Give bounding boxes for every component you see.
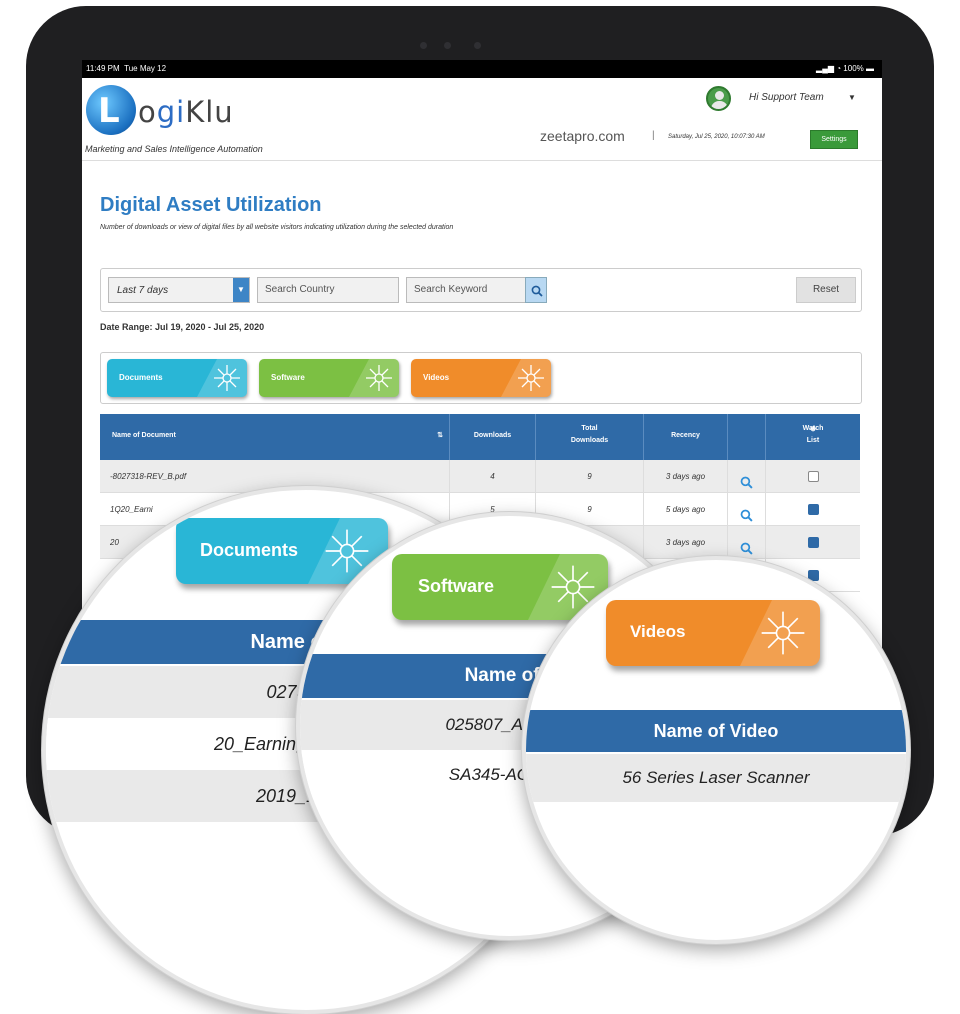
table-header: Name of Document ⇅ Downloads Total Downl… <box>100 414 860 460</box>
col-watchlist-header[interactable]: ⊕ Watch List <box>766 414 860 460</box>
settings-button[interactable]: Settings <box>810 130 858 149</box>
network-icon <box>761 611 805 655</box>
camera-dot <box>444 42 451 49</box>
table-row[interactable]: -8027318-REV_B.pdf 4 9 3 days ago <box>100 460 860 493</box>
search-button[interactable] <box>525 277 547 303</box>
asset-tabs: Documents Software Videos <box>100 352 862 404</box>
country-search-input[interactable]: Search Country <box>257 277 399 303</box>
view-cell <box>728 493 766 526</box>
tab-label: Documents <box>119 373 163 382</box>
cell-downloads: 4 <box>450 460 536 493</box>
network-icon <box>518 365 544 391</box>
avatar-icon <box>706 86 731 111</box>
sort-icon[interactable]: ⇅ <box>437 431 443 439</box>
chevron-down-icon: ▼ <box>848 93 856 102</box>
network-icon <box>325 529 369 573</box>
network-icon <box>214 365 240 391</box>
network-icon <box>366 365 392 391</box>
status-bar: 11:49 PM Tue May 12 ▂▄▆ ◔ 100% ▬ <box>82 60 882 78</box>
watchlist-checkbox[interactable] <box>807 504 819 516</box>
app-header: L ogiKlu Marketing and Sales Intelligenc… <box>82 78 882 161</box>
col-total-downloads-header[interactable]: Total Downloads <box>536 414 644 460</box>
datetime: Saturday, Jul 25, 2020, 10:07:30 AM <box>668 134 765 140</box>
search-icon <box>531 285 543 297</box>
tab-videos[interactable]: Videos <box>411 359 551 397</box>
cell-total: 9 <box>536 460 644 493</box>
status-battery: ▂▄▆ ◔ 100% ▬ <box>816 64 874 73</box>
tab-label: Videos <box>423 373 450 382</box>
site-name: zeetapro.com <box>540 128 625 144</box>
view-cell <box>728 460 766 493</box>
zoom-button-label: Videos <box>630 622 686 641</box>
col-name-header[interactable]: Name of Document ⇅ <box>100 414 450 460</box>
status-time: 11:49 PM Tue May 12 <box>86 64 167 73</box>
watch-cell <box>766 493 860 526</box>
watchlist-checkbox[interactable] <box>807 537 819 549</box>
cell-recency: 5 days ago <box>644 493 728 526</box>
col-recency-header[interactable]: Recency <box>644 414 728 460</box>
zoom-lens-videos: Videos Name of Video 56 Series Laser Sca… <box>522 556 910 944</box>
watchlist-checkbox[interactable] <box>807 471 819 483</box>
reset-button[interactable]: Reset <box>796 277 856 303</box>
col-view-header <box>728 414 766 460</box>
col-downloads-header[interactable]: Downloads <box>450 414 536 460</box>
date-range: Date Range: Jul 19, 2020 - Jul 25, 2020 <box>100 322 265 332</box>
period-value: Last 7 days <box>117 285 169 296</box>
logo-letter: L <box>98 91 120 131</box>
watch-cell <box>766 460 860 493</box>
zoom-button-label: Documents <box>200 540 299 560</box>
page-title: Digital Asset Utilization <box>100 194 322 216</box>
filter-bar: Last 7 days ▼ Search Country Search Keyw… <box>100 268 862 312</box>
dropdown-arrow-icon[interactable]: ▼ <box>233 278 249 302</box>
tagline: Marketing and Sales Intelligence Automat… <box>85 144 263 154</box>
tab-documents[interactable]: Documents <box>107 359 247 397</box>
period-select[interactable]: Last 7 days ▼ <box>108 277 250 303</box>
tab-software[interactable]: Software <box>259 359 399 397</box>
cell-recency: 3 days ago <box>644 460 728 493</box>
page-subtitle: Number of downloads or view of digital f… <box>100 224 454 231</box>
zoom-documents-button[interactable]: Documents <box>176 518 388 584</box>
zoom-button-label: Software <box>418 576 495 596</box>
camera-dot <box>474 42 481 49</box>
logo-wordmark: ogiKlu <box>138 95 234 129</box>
list-item: 56 Series Laser Scanner <box>526 754 906 802</box>
keyword-search-input[interactable]: Search Keyword <box>406 277 526 303</box>
view-cell <box>728 526 766 559</box>
zoom-videos-header: Name of Video <box>526 710 906 752</box>
camera-dot <box>420 42 427 49</box>
zoom-software-button[interactable]: Software <box>392 554 608 620</box>
user-greeting: Hi Support Team <box>749 92 824 103</box>
cell-recency: 3 days ago <box>644 526 728 559</box>
watch-cell <box>766 526 860 559</box>
zoom-videos-button[interactable]: Videos <box>606 600 820 666</box>
separator: | <box>652 130 655 141</box>
tab-label: Software <box>271 373 305 382</box>
